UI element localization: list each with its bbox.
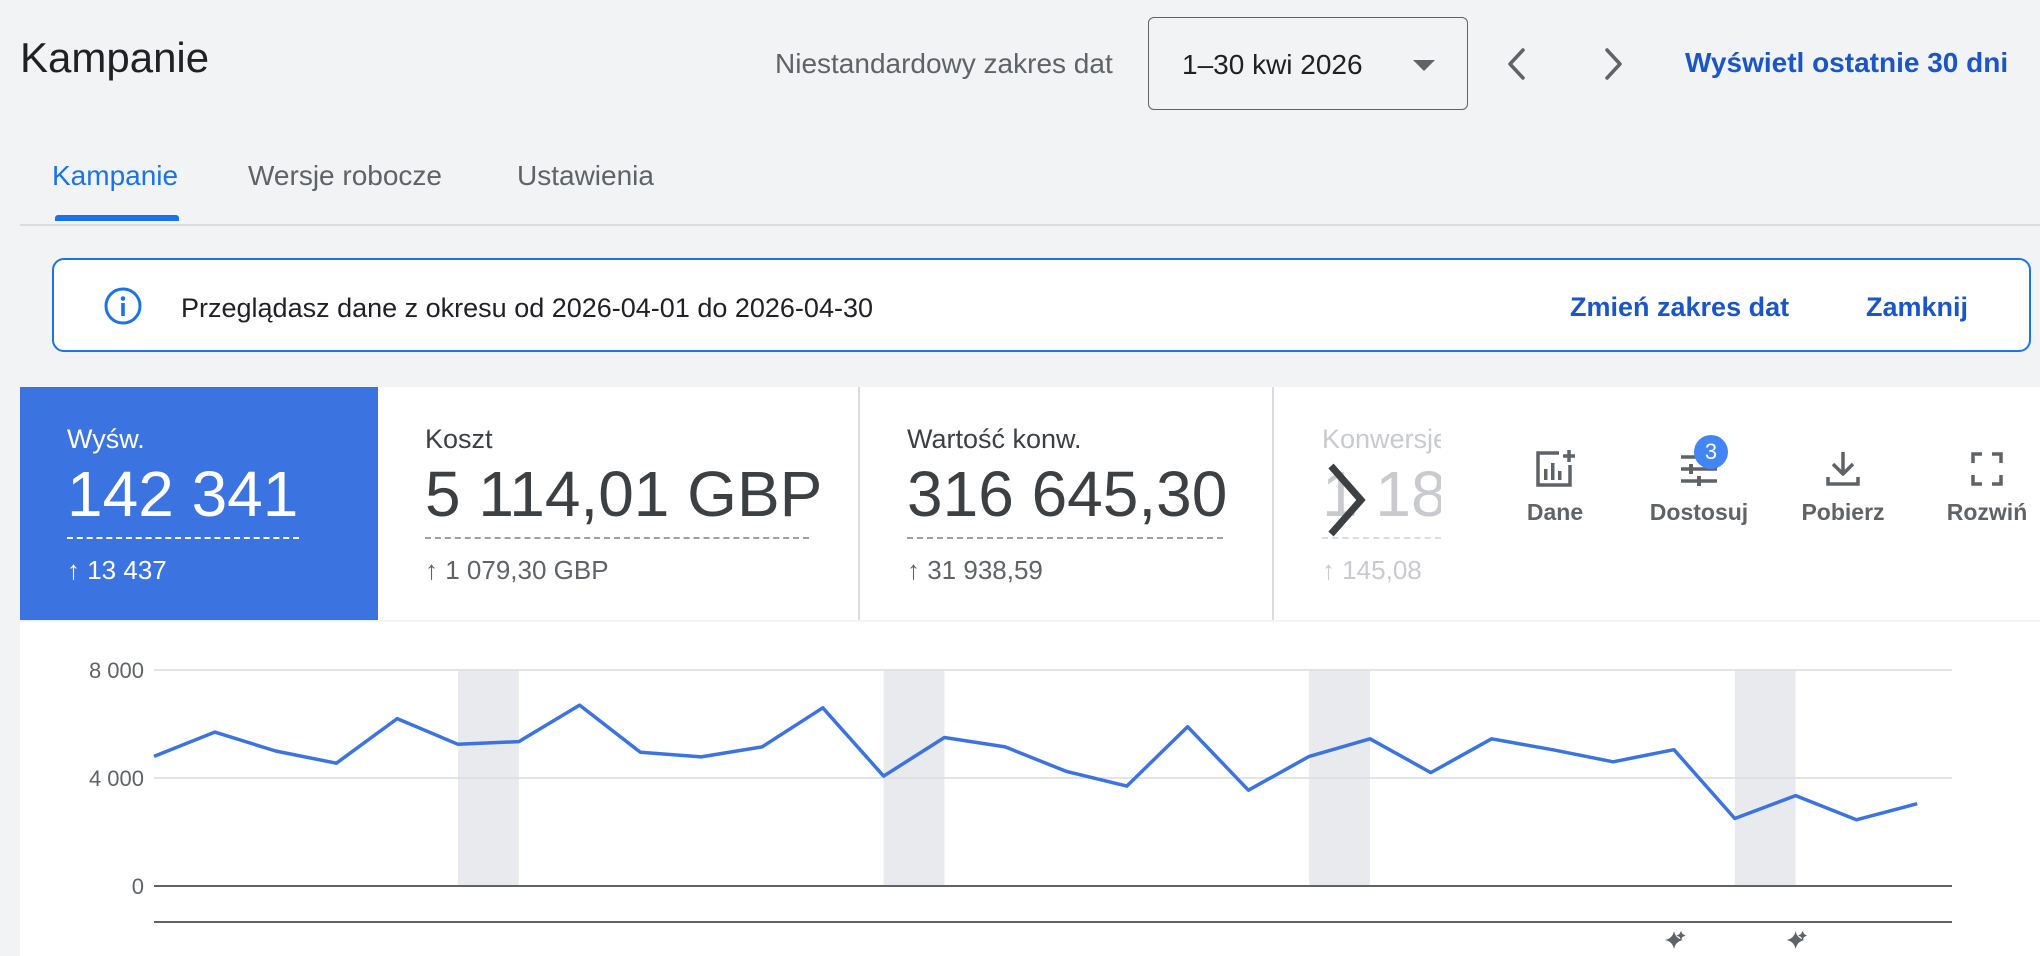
download-icon (1826, 452, 1860, 486)
date-range-info-banner: Przeglądasz dane z okresu od 2026-04-01 … (52, 258, 2031, 352)
metric-cards: Wyśw. 142 341 ↑ 13 437 Koszt 5 114,01 GB… (20, 387, 2040, 620)
data-button-label: Dane (1526, 499, 1584, 525)
metric-value: 5 114,01 GBP (425, 458, 823, 530)
metric-card-cost[interactable]: Koszt 5 114,01 GBP ↑ 1 079,30 GBP (378, 387, 858, 620)
metric-underline (907, 537, 1223, 539)
customize-button-label: Dostosuj (1649, 499, 1749, 525)
active-tab-indicator (55, 215, 179, 221)
next-period-button[interactable] (1593, 44, 1633, 84)
chevron-right-icon (1605, 48, 1622, 80)
last-30-days-link[interactable]: Wyświetl ostatnie 30 dni (1685, 47, 2008, 79)
metric-label: Wartość konw. (907, 424, 1082, 454)
banner-message: Przeglądasz dane z okresu od 2026-04-01 … (181, 293, 873, 323)
chevron-left-icon (1508, 48, 1525, 80)
metric-delta: ↑ 13 437 (67, 555, 167, 585)
customize-count-badge: 3 (1694, 435, 1728, 469)
y-tick-label: 0 (132, 874, 144, 899)
tab-kampanie[interactable]: Kampanie (52, 160, 178, 192)
change-date-range-link[interactable]: Zmień zakres dat (1570, 292, 1789, 323)
expand-button-label: Rozwiń (1946, 499, 2028, 525)
metric-label: Konwersje (1322, 424, 1441, 454)
download-button[interactable]: Pobierz (1783, 449, 1903, 526)
y-tick-label: 4 000 (89, 766, 144, 791)
metric-delta: ↑ 31 938,59 (907, 555, 1043, 585)
fullscreen-icon (1971, 452, 2003, 486)
metric-value: 142 341 (67, 458, 299, 530)
annotation-sparkle-icon (1665, 931, 1686, 949)
dropdown-caret-icon (1413, 60, 1435, 71)
previous-period-button[interactable] (1497, 44, 1537, 84)
metric-delta: ↑ 145,08 (1322, 555, 1422, 585)
page-title: Kampanie (20, 34, 210, 81)
info-icon (104, 287, 142, 325)
tab-ustawienia[interactable]: Ustawienia (517, 160, 654, 192)
add-chart-icon (1536, 450, 1575, 487)
y-tick-label: 8 000 (89, 658, 144, 683)
date-range-select[interactable]: 1–30 kwi 2026 (1148, 17, 1468, 110)
performance-chart: 8 000 4 000 0 (20, 622, 2040, 956)
series-line (153, 703, 1918, 822)
line-chart-svg: 8 000 4 000 0 (89, 658, 1952, 949)
metric-delta: ↑ 1 079,30 GBP (425, 555, 609, 585)
metric-underline (425, 537, 809, 539)
tabs-divider (20, 224, 2040, 226)
data-button[interactable]: Dane (1495, 449, 1615, 526)
metric-label: Wyśw. (67, 424, 145, 454)
metric-label: Koszt (425, 424, 493, 454)
date-range-label: Niestandardowy zakres dat (775, 48, 1113, 79)
metric-card-impressions[interactable]: Wyśw. 142 341 ↑ 13 437 (20, 387, 378, 620)
download-button-label: Pobierz (1801, 499, 1885, 525)
tab-wersje-robocze[interactable]: Wersje robocze (248, 160, 442, 192)
metric-underline (67, 537, 299, 539)
close-banner-link[interactable]: Zamknij (1866, 292, 1968, 323)
metric-value: 316 645,30 (907, 458, 1228, 530)
date-range-value: 1–30 kwi 2026 (1182, 49, 1363, 80)
metric-card-conversion-value[interactable]: Wartość konw. 316 645,30 ↑ 31 938,59 (860, 387, 1272, 620)
annotation-sparkle-icon (1786, 931, 1808, 949)
expand-button[interactable]: Rozwiń (1927, 449, 2040, 526)
scroll-cards-chevron-icon[interactable] (1325, 460, 1369, 540)
